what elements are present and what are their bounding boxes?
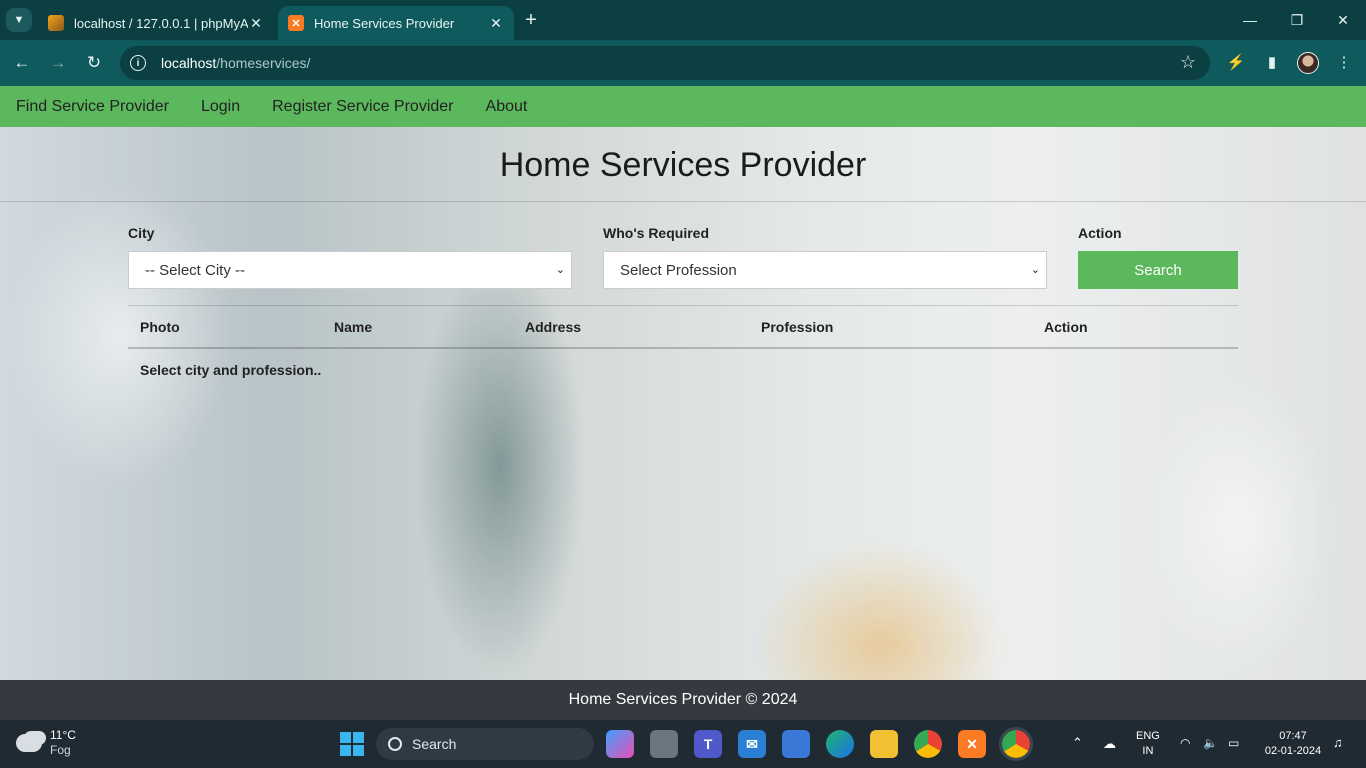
nav-login[interactable]: Login xyxy=(201,98,240,116)
browser-tab-home-services[interactable]: ✕ Home Services Provider ✕ xyxy=(278,6,514,40)
notification-bell-icon[interactable]: ♫ xyxy=(1333,735,1343,750)
taskbar-search[interactable]: Search xyxy=(376,728,594,760)
edge-icon[interactable] xyxy=(826,730,854,758)
onedrive-cloud-icon[interactable]: ☁ xyxy=(1103,736,1116,751)
file-explorer-icon[interactable] xyxy=(870,730,898,758)
task-view-icon[interactable] xyxy=(650,730,678,758)
wifi-icon[interactable]: ◠ xyxy=(1180,736,1190,751)
web-page: Find Service Provider Login Register Ser… xyxy=(0,86,1366,720)
site-info-icon[interactable]: i xyxy=(130,55,146,71)
tab-list-chevron-icon[interactable]: ▼ xyxy=(6,8,32,32)
weather-temp: 11°C xyxy=(50,728,76,742)
xampp-favicon-icon: ✕ xyxy=(288,15,304,31)
header-profession: Profession xyxy=(761,319,834,335)
nav-about[interactable]: About xyxy=(486,98,528,116)
phpmyadmin-favicon-icon xyxy=(48,15,64,31)
teams-icon[interactable]: T xyxy=(694,730,722,758)
bookmark-star-icon[interactable]: ☆ xyxy=(1180,52,1196,73)
profession-select-value: Select Profession xyxy=(620,261,737,279)
profession-label: Who's Required xyxy=(603,225,709,241)
clock-time: 07:47 xyxy=(1279,730,1307,742)
taskbar-search-label: Search xyxy=(412,736,457,752)
weather-condition: Fog xyxy=(50,743,71,757)
region-code: IN xyxy=(1142,745,1154,757)
mail-icon[interactable]: ✉ xyxy=(738,730,766,758)
new-tab-plus-icon[interactable]: + xyxy=(520,9,542,31)
windows-taskbar: 11°C Fog Search T ✉ ✕ ⌃ ☁ ENG IN ◠ 🔈 ▭ 0… xyxy=(0,720,1366,768)
browser-toolbar: ← → ↻ i localhost/homeservices/ ☆ ⚡ ▮ ⋮ xyxy=(0,40,1366,86)
header-name: Name xyxy=(334,319,373,335)
city-label: City xyxy=(128,225,155,241)
table-header-row: Photo Name Address Profession Action xyxy=(128,305,1238,349)
page-title: Home Services Provider xyxy=(499,146,867,184)
reload-icon[interactable]: ↻ xyxy=(82,51,106,75)
header-action: Action xyxy=(1044,319,1088,335)
clock[interactable]: 07:47 02-01-2024 xyxy=(1258,729,1328,759)
results-table: Photo Name Address Profession Action Sel… xyxy=(128,305,1238,378)
empty-table-message: Select city and profession.. xyxy=(140,362,322,378)
tab-title: Home Services Provider xyxy=(314,15,455,31)
tab-title: localhost / 127.0.0.1 | phpMyAd xyxy=(74,15,248,31)
url-text: localhost/homeservices/ xyxy=(161,55,311,71)
language-code: ENG xyxy=(1136,730,1160,742)
search-icon xyxy=(388,737,402,751)
volume-icon[interactable]: 🔈 xyxy=(1203,736,1218,751)
store-icon[interactable] xyxy=(782,730,810,758)
address-bar[interactable]: i localhost/homeservices/ ☆ xyxy=(120,46,1210,80)
chevron-down-icon: ⌄ xyxy=(1030,264,1040,276)
restore-icon[interactable]: ❐ xyxy=(1285,8,1309,32)
profession-select[interactable]: Select Profession ⌄ xyxy=(603,251,1047,289)
site-footer: Home Services Provider © 2024 xyxy=(0,680,1366,720)
chrome-icon[interactable] xyxy=(914,730,942,758)
search-button[interactable]: Search xyxy=(1078,251,1238,289)
tab-close-icon[interactable]: ✕ xyxy=(488,15,504,32)
close-window-icon[interactable]: ✕ xyxy=(1331,8,1355,32)
tray-chevron-up-icon[interactable]: ⌃ xyxy=(1072,735,1083,750)
chrome-profile-icon[interactable] xyxy=(999,727,1033,761)
divider xyxy=(0,201,1366,202)
minimize-icon[interactable]: — xyxy=(1238,8,1262,32)
battery-icon[interactable]: ▭ xyxy=(1228,736,1239,751)
site-navbar: Find Service Provider Login Register Ser… xyxy=(0,86,1366,127)
nav-register-service-provider[interactable]: Register Service Provider xyxy=(272,98,453,116)
nav-find-service-provider[interactable]: Find Service Provider xyxy=(16,98,169,116)
chevron-down-icon: ⌄ xyxy=(555,264,565,276)
clock-date: 02-01-2024 xyxy=(1264,745,1322,757)
profile-avatar[interactable] xyxy=(1297,52,1319,74)
back-arrow-icon[interactable]: ← xyxy=(10,51,34,75)
browser-tab-phpmyadmin[interactable]: localhost / 127.0.0.1 | phpMyAd ✕ xyxy=(38,6,274,40)
city-select-value: -- Select City -- xyxy=(145,261,246,279)
language-indicator[interactable]: ENG IN xyxy=(1136,729,1160,759)
windows-start-icon[interactable] xyxy=(340,732,364,756)
forward-arrow-icon[interactable]: → xyxy=(46,51,70,75)
action-label: Action xyxy=(1078,225,1122,241)
xampp-icon[interactable]: ✕ xyxy=(958,730,986,758)
weather-widget[interactable]: 11°C Fog xyxy=(16,728,76,758)
tab-close-icon[interactable]: ✕ xyxy=(248,15,264,32)
header-address: Address xyxy=(525,319,582,335)
side-panel-icon[interactable]: ▮ xyxy=(1261,52,1283,74)
header-photo: Photo xyxy=(140,319,180,335)
browser-menu-icon[interactable]: ⋮ xyxy=(1333,52,1355,74)
copilot-icon[interactable] xyxy=(606,730,634,758)
city-select[interactable]: -- Select City -- ⌄ xyxy=(128,251,572,289)
cloud-fog-icon xyxy=(16,734,42,752)
performance-icon[interactable]: ⚡ xyxy=(1225,52,1247,74)
browser-tab-bar: ▼ localhost / 127.0.0.1 | phpMyAd ✕ ✕ Ho… xyxy=(0,0,1366,40)
